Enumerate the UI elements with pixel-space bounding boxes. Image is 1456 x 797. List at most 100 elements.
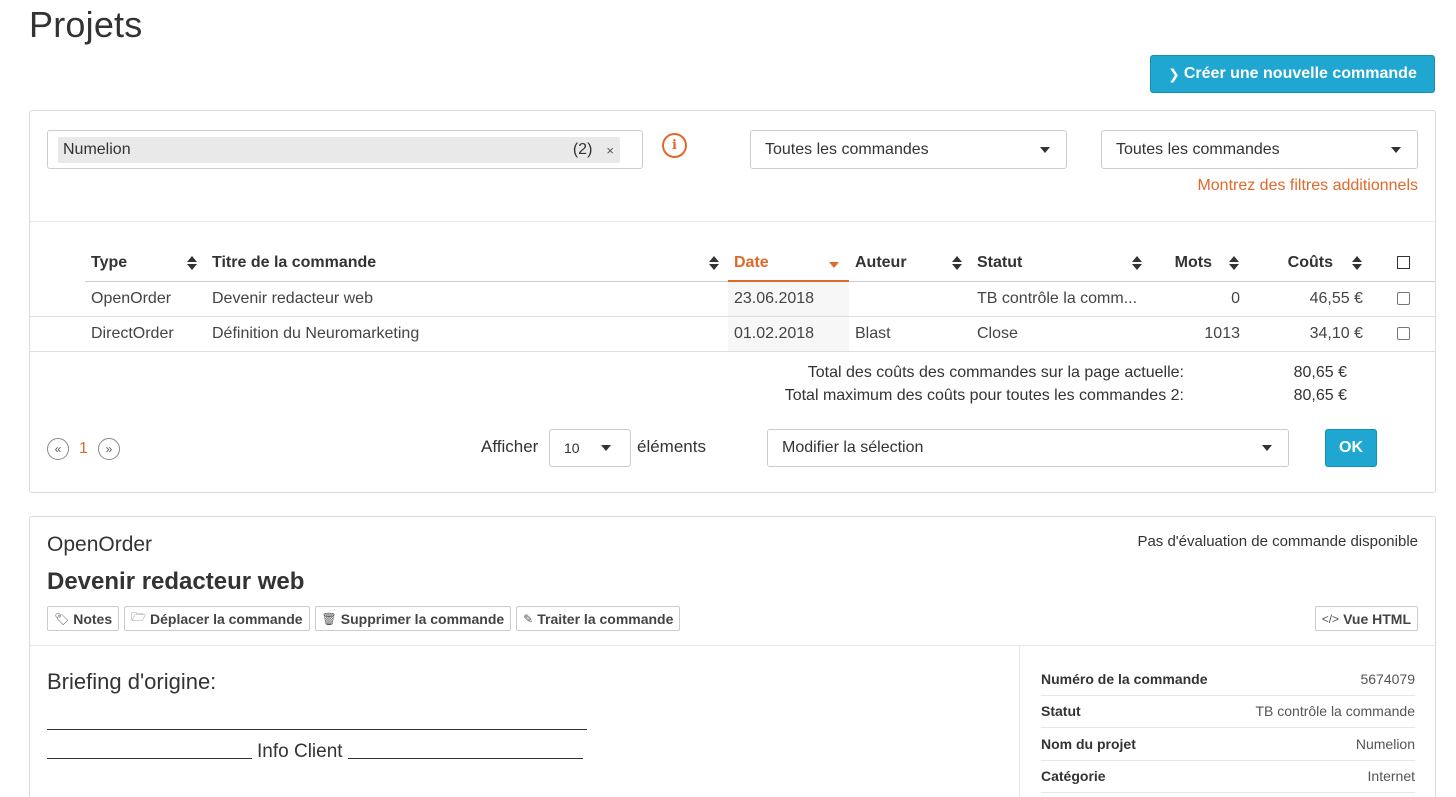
column-title[interactable]: Titre de la commande [206,245,728,282]
prev-page-button[interactable]: « [47,438,69,460]
column-select-all[interactable] [1371,245,1435,282]
remove-tag-icon[interactable]: × [606,143,614,158]
cell-status: Close [971,316,1151,352]
cell-words: 1013 [1151,316,1248,352]
briefing-client-row: Info Client [47,741,583,763]
code-icon: </> [1321,611,1340,626]
order-filter-select-1[interactable]: Toutes les commandes [750,130,1067,169]
cell-cost: 34,10 € [1248,316,1371,352]
cell-cost: 46,55 € [1248,281,1371,317]
meta-row: Statut TB contrôle la commande [1041,696,1415,728]
column-type[interactable]: Type [85,245,206,282]
items-label: éléments [637,437,706,456]
order-filter-select-2[interactable]: Toutes les commandes [1101,130,1418,169]
orders-table: Type Titre de la commande Date Auteur St… [30,245,1435,352]
sort-icon [952,256,962,270]
cell-author: Blast [849,316,971,352]
cell-type: DirectOrder [85,316,206,352]
column-status[interactable]: Statut [971,245,1151,282]
process-order-button[interactable]: ✎ Traiter la commande [516,606,681,631]
divider [1019,645,1020,797]
folder-open-icon: 🗁 [131,610,147,624]
cell-title[interactable]: Définition du Neuromarketing [206,316,728,352]
table-row[interactable]: DirectOrder Définition du Neuromarketing… [30,316,1435,352]
detail-evaluation: Pas d'évaluation de commande disponible [1137,533,1418,550]
delete-order-button[interactable]: 🗑 Supprimer la commande [314,606,512,631]
divider [30,645,1435,646]
cell-title[interactable]: Devenir redacteur web [206,281,728,317]
order-filter-select-2-value: Toutes les commandes [1116,140,1280,158]
select-all-checkbox[interactable] [1396,256,1410,270]
project-tag-label: Numelion [63,141,131,158]
page-size-select[interactable]: 10 [549,429,631,467]
order-meta: Numéro de la commande 5674079 Statut TB … [1041,663,1415,793]
sort-icon [1229,256,1239,270]
total-max-label: Total maximum des coûts pour toutes les … [784,387,1184,404]
bulk-action-select[interactable]: Modifier la sélection [767,429,1289,467]
cell-type: OpenOrder [85,281,206,317]
cell-date: 01.02.2018 [728,316,849,352]
more-filters-link[interactable]: Montrez des filtres additionnels [1197,177,1418,195]
cell-date: 23.06.2018 [728,281,849,317]
info-icon[interactable]: i [662,133,687,158]
total-max-value: 80,65 € [1293,387,1347,404]
sort-desc-icon [829,262,839,268]
edit-icon: ✎ [523,611,534,626]
create-order-button[interactable]: ❯ Créer une nouvelle commande [1150,55,1435,93]
show-label: Afficher [481,437,539,456]
order-detail-panel: OpenOrder Pas d'évaluation de commande d… [29,516,1436,797]
row-checkbox[interactable] [1396,291,1410,305]
column-cost[interactable]: Coûts [1248,245,1371,282]
briefing-client-label: Info Client [257,741,343,762]
sort-icon [1132,256,1142,270]
next-page-button[interactable]: » [97,438,120,460]
trash-icon: 🗑 [321,611,337,626]
create-order-label: Créer une nouvelle commande [1183,65,1417,82]
column-date[interactable]: Date [728,245,849,282]
divider [30,221,1435,222]
orders-panel: Numelion (2) × i Toutes les commandes To… [29,110,1436,493]
detail-order-type: OpenOrder [47,533,153,556]
caret-down-icon [601,445,611,451]
chevron-right-icon: ❯ [1168,65,1180,82]
column-author[interactable]: Auteur [849,245,971,282]
cell-status: TB contrôle la comm... [971,281,1151,317]
page-title: Projets [29,4,143,45]
project-tag: Numelion (2) × [58,137,620,163]
total-page-value: 80,65 € [1293,364,1347,381]
column-words[interactable]: Mots [1151,245,1248,282]
page-size-value: 10 [564,440,580,456]
bulk-action-value: Modifier la sélection [782,439,924,456]
total-page-label: Total des coûts des commandes sur la pag… [807,364,1184,381]
project-filter-input[interactable]: Numelion (2) × [47,130,643,169]
row-checkbox[interactable] [1396,326,1410,340]
meta-row: Numéro de la commande 5674079 [1041,663,1415,696]
ok-button[interactable]: OK [1325,429,1377,467]
order-filter-select-1-value: Toutes les commandes [765,140,929,158]
briefing-rule [47,729,587,730]
caret-down-icon [1040,147,1050,153]
table-row[interactable]: OpenOrder Devenir redacteur web 23.06.20… [30,281,1435,317]
meta-row: Catégorie Internet [1041,761,1415,793]
tag-icon: 🏷 [54,611,70,626]
caret-down-icon [1391,147,1401,153]
totals-values: 80,65 € 80,65 € [1294,361,1347,407]
sort-icon [1352,256,1362,270]
html-view-button[interactable]: </> Vue HTML [1314,606,1418,631]
briefing-title: Briefing d'origine: [47,669,217,694]
move-order-button[interactable]: 🗁 Déplacer la commande [124,606,310,631]
spacer-column [30,245,85,281]
cell-words: 0 [1151,281,1248,317]
detail-order-title: Devenir redacteur web [47,568,305,595]
pagination: « 1 » [47,438,120,460]
detail-actions: 🏷 Notes 🗁 Déplacer la commande 🗑 Supprim… [47,606,681,631]
caret-down-icon [1262,445,1272,451]
sort-icon [187,256,197,270]
sort-icon [709,256,719,270]
project-tag-count: (2) [572,141,593,158]
cell-author [849,281,971,317]
notes-button[interactable]: 🏷 Notes [47,606,120,631]
totals-labels: Total des coûts des commandes sur la pag… [785,361,1184,407]
current-page[interactable]: 1 [79,440,88,458]
meta-row: Nom du projet Numelion [1041,728,1415,761]
